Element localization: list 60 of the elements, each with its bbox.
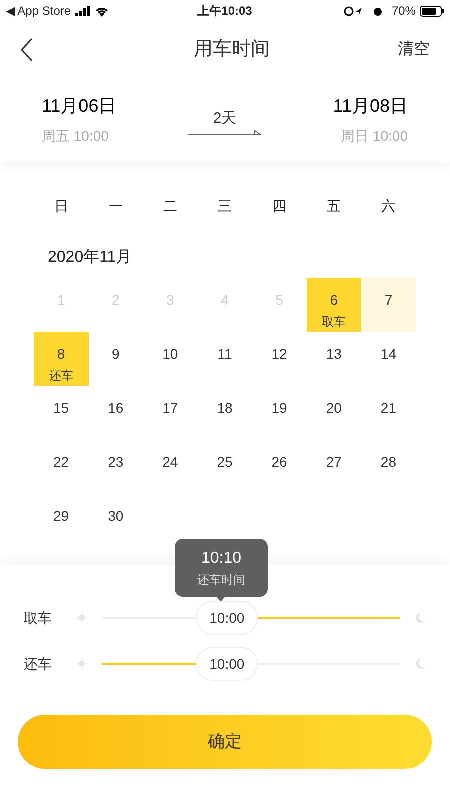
calendar-day[interactable]: 18 xyxy=(198,386,252,440)
calendar-day[interactable]: 26 xyxy=(252,440,307,494)
page-title: 用车时间 xyxy=(193,38,270,62)
calendar-day[interactable]: 13 xyxy=(306,332,362,386)
status-back-app[interactable]: ◀ App Store xyxy=(6,2,72,20)
confirm-button[interactable]: 确定 xyxy=(18,715,432,769)
slider-label: 取车 xyxy=(24,608,53,628)
battery-icon xyxy=(420,6,444,16)
weekday-label: 二 xyxy=(162,196,178,216)
calendar-day[interactable]: 7 xyxy=(361,278,416,332)
tooltip-caption: 还车时间 xyxy=(198,572,246,589)
time-slider[interactable]: 10:00 xyxy=(102,601,400,635)
weekday-label: 五 xyxy=(326,196,342,216)
calendar-day[interactable]: 21 xyxy=(361,386,416,440)
sun-icon xyxy=(76,658,88,670)
calendar-day[interactable]: 24 xyxy=(143,440,198,494)
battery-percent: 70% xyxy=(392,3,416,20)
start-weekday-time: 周五 10:00 xyxy=(42,127,110,146)
slider-label: 还车 xyxy=(24,654,53,674)
calendar-day[interactable]: 28 xyxy=(361,440,416,494)
calendar-day[interactable]: 17 xyxy=(143,386,198,440)
moon-icon xyxy=(414,612,426,624)
calendar-day[interactable]: 10 xyxy=(143,332,198,386)
calendar-day[interactable]: 25 xyxy=(198,440,252,494)
calendar-day[interactable]: 20 xyxy=(306,386,362,440)
slider-thumb[interactable]: 10:00 xyxy=(196,647,258,681)
slider-thumb[interactable]: 10:00 xyxy=(196,601,258,635)
calendar-day[interactable]: 23 xyxy=(88,440,144,494)
calendar-day[interactable]: 30 xyxy=(88,494,144,548)
moon-icon xyxy=(414,658,426,670)
calendar-day[interactable]: 29 xyxy=(34,494,89,548)
calendar-day[interactable]: 6 取车 xyxy=(306,278,362,332)
time-slider[interactable]: 10:00 xyxy=(102,647,400,681)
month-title: 2020年11月 xyxy=(47,248,134,268)
end-weekday-time: 周日 10:00 xyxy=(341,127,408,146)
weekday-label: 六 xyxy=(380,196,397,216)
calendar-day[interactable]: 16 xyxy=(88,386,144,440)
calendar-day[interactable]: 12 xyxy=(252,332,307,386)
weekday-label: 一 xyxy=(108,196,124,216)
calendar-day[interactable]: 15 xyxy=(34,386,89,440)
duration-text: 2天 xyxy=(213,108,237,129)
tooltip-time: 10:10 xyxy=(201,549,242,569)
wifi-icon xyxy=(95,6,110,16)
weekday-label: 日 xyxy=(53,196,70,216)
calendar-day[interactable]: 11 xyxy=(198,332,252,386)
calendar-day[interactable]: 9 xyxy=(88,332,144,386)
calendar-day[interactable]: 22 xyxy=(34,440,89,494)
signal-icon xyxy=(75,6,92,16)
calendar-day[interactable]: 14 xyxy=(361,332,416,386)
sun-icon xyxy=(76,612,88,624)
back-icon[interactable] xyxy=(20,38,34,62)
end-date: 11月08日 xyxy=(333,95,408,118)
clear-button[interactable]: 清空 xyxy=(398,38,430,62)
start-date: 11月06日 xyxy=(42,95,117,118)
weekday-label: 四 xyxy=(272,196,288,216)
weekday-label: 三 xyxy=(216,196,233,216)
calendar-day[interactable]: 8 还车 xyxy=(34,332,89,386)
status-time: 上午10:03 xyxy=(198,3,252,20)
calendar-day[interactable]: 27 xyxy=(306,440,362,494)
calendar-day[interactable]: 19 xyxy=(252,386,307,440)
